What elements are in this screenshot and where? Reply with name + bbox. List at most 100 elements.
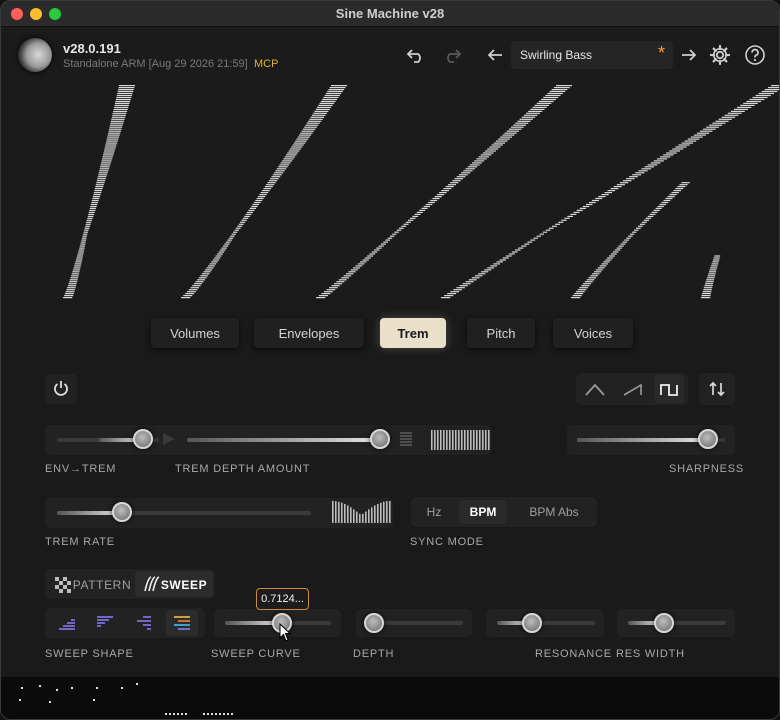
env-trem-knob[interactable]: [133, 429, 153, 449]
undo-icon[interactable]: [404, 43, 428, 67]
sweep-shape-rainbow-icon[interactable]: [172, 615, 192, 631]
harmonic-bar: [620, 243, 626, 245]
harmonic-bar: [355, 265, 363, 267]
harmonic-bar: [102, 156, 113, 158]
harmonic-bar: [456, 287, 465, 289]
harmonic-bar: [91, 199, 99, 202]
resonance-knob[interactable]: [522, 613, 542, 633]
trem-rate-knob[interactable]: [112, 502, 132, 522]
trem-power-button[interactable]: [45, 374, 77, 404]
harmonic-bar: [88, 211, 95, 213]
sync-bpm-abs-option[interactable]: BPM Abs: [517, 501, 591, 523]
harmonic-bar: [328, 89, 345, 91]
harmonic-bar: [96, 182, 105, 184]
harmonic-bar: [300, 132, 313, 134]
harmonic-bar: [240, 221, 246, 223]
harmonic-bar: [326, 289, 336, 291]
invert-button[interactable]: [699, 373, 735, 405]
harmonic-bar: [296, 138, 309, 140]
preset-selector[interactable]: Swirling Bass *: [511, 41, 673, 69]
harmonic-bar: [459, 285, 468, 287]
gear-icon[interactable]: [708, 43, 732, 67]
depth-knob[interactable]: [364, 613, 384, 633]
harmonic-bar: [613, 186, 622, 188]
activity-dot: [93, 699, 95, 701]
harmonic-bar: [702, 293, 711, 295]
harmonic-bar: [536, 102, 552, 104]
harmonic-bar: [564, 217, 570, 219]
tab-envelopes[interactable]: Envelopes: [254, 318, 364, 348]
harmonic-bar: [590, 275, 598, 277]
harmonic-bar: [105, 144, 117, 146]
harmonic-bar: [555, 223, 561, 225]
harmonic-bar: [645, 217, 652, 219]
harmonic-bar: [306, 122, 320, 124]
pattern-option[interactable]: PATTERN: [73, 575, 131, 595]
app-header: v28.0.191 Standalone ARM [Aug 29 2026 21…: [1, 27, 779, 83]
harmonic-bar: [630, 233, 635, 235]
harmonic-bar: [539, 233, 544, 235]
sync-bpm-option[interactable]: BPM: [459, 500, 507, 524]
harmonic-bar: [227, 239, 232, 241]
depth-visual-bar: [482, 430, 484, 450]
harmonic-bar: [468, 279, 477, 281]
sweep-shape-center-icon[interactable]: [133, 615, 153, 631]
sweep-shape-down-icon[interactable]: [95, 615, 115, 631]
harmonic-bar: [571, 297, 581, 299]
harmonic-bar: [626, 178, 635, 180]
preset-modified-marker: *: [658, 43, 666, 63]
harmonic-bar: [667, 196, 675, 198]
depth-visual-bar: [461, 430, 463, 450]
depth-visual-bar: [431, 430, 433, 450]
harmonic-bar: [579, 207, 586, 209]
saw-wave-icon[interactable]: [622, 379, 644, 399]
harmonic-bar: [203, 271, 211, 273]
rate-visual-bar: [353, 509, 355, 523]
square-wave-icon[interactable]: [659, 379, 681, 399]
harmonic-bar: [115, 102, 130, 104]
harmonic-bar: [235, 227, 241, 229]
harmonic-bar: [714, 255, 721, 257]
harmonic-bar: [353, 267, 360, 269]
harmonic-bar: [586, 279, 595, 281]
harmonic-bar: [456, 176, 466, 178]
redo-icon[interactable]: [440, 43, 464, 67]
rate-visual-bar: [350, 507, 352, 523]
harmonic-bar: [487, 148, 499, 150]
next-preset-icon[interactable]: [677, 43, 701, 67]
tab-volumes[interactable]: Volumes: [151, 318, 239, 348]
harmonic-bar: [266, 184, 275, 186]
tab-pitch[interactable]: Pitch: [467, 318, 535, 348]
harmonic-bar: [651, 211, 658, 213]
harmonic-bar: [187, 291, 196, 293]
help-icon[interactable]: [743, 43, 767, 67]
sharpness-knob[interactable]: [698, 429, 718, 449]
harmonic-bar: [709, 124, 723, 126]
sync-hz-option[interactable]: Hz: [419, 501, 449, 523]
mcp-badge: MCP: [254, 58, 279, 70]
res-width-knob[interactable]: [654, 613, 674, 633]
harmonic-bar: [92, 196, 100, 198]
sweep-option[interactable]: SWEEP: [161, 575, 207, 595]
depth-visual-bar: [470, 430, 472, 450]
prev-preset-icon[interactable]: [483, 43, 507, 67]
harmonic-bar: [305, 124, 319, 126]
harmonic-bar: [292, 144, 304, 146]
harmonic-bar: [109, 126, 123, 128]
tab-voices[interactable]: Voices: [553, 318, 633, 348]
harmonic-bar: [458, 174, 468, 176]
harmonic-bar: [106, 140, 118, 142]
tab-trem[interactable]: Trem: [380, 318, 446, 348]
depth-visual-bar: [464, 430, 466, 450]
harmonic-bar: [561, 219, 567, 221]
sweep-shape-up-icon[interactable]: [57, 615, 77, 631]
activity-dot: [49, 701, 51, 703]
harmonic-bar: [244, 215, 250, 217]
triangle-wave-icon[interactable]: [584, 379, 606, 399]
version-label: v28.0.191: [63, 41, 121, 56]
harmonic-bar: [669, 194, 677, 196]
trem-depth-knob[interactable]: [370, 429, 390, 449]
harmonic-bar: [671, 192, 679, 194]
harmonic-bar: [704, 285, 713, 287]
harmonic-bar: [279, 164, 290, 166]
